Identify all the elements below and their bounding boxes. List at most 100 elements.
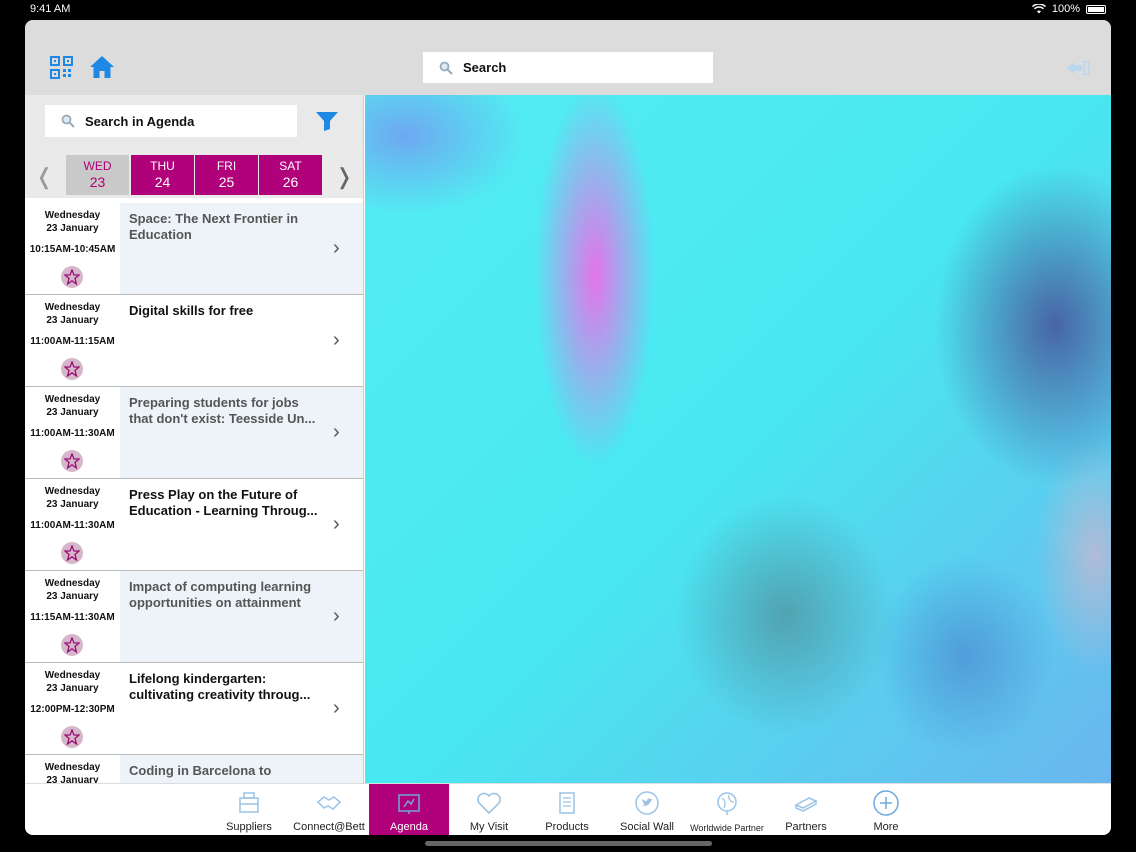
session-date: 23 January [46,683,99,694]
session-date: 23 January [46,315,99,326]
session-date: 23 January [46,499,99,510]
favorite-star-icon[interactable] [61,726,83,748]
day-tab-thu[interactable]: THU 24 [131,155,194,195]
tab-label: Connect@Bett [293,821,365,833]
session-row[interactable]: Wednesday 23 January 11:00AM-11:30AM Pre… [25,387,363,479]
heart-icon [477,792,501,815]
tab-products[interactable]: Products [527,784,607,835]
app-screen: Search Search in Agenda ❬ WED 23 THU 24 … [25,20,1111,835]
favorite-star-icon[interactable] [61,266,83,288]
qr-code-icon[interactable] [50,56,73,79]
agenda-icon [398,794,420,814]
day-name: SAT [279,159,302,173]
detail-background-image [365,95,1111,783]
session-day: Wednesday [44,578,101,589]
globe-icon [717,792,737,815]
search-icon [61,114,75,128]
top-bar: Search [25,20,1111,95]
session-row[interactable]: Wednesday 23 January 10:15AM-10:45AM Spa… [25,203,363,295]
session-time: 10:15AM-10:45AM [29,244,116,255]
session-day: Wednesday [44,486,101,497]
day-tab-fri[interactable]: FRI 25 [195,155,258,195]
session-title: Impact of computing learning opportuniti… [129,579,312,610]
session-day: Wednesday [44,210,101,221]
day-date: 25 [218,174,235,190]
tab-social-wall[interactable]: Social Wall [607,784,687,835]
day-name: THU [150,159,175,173]
session-title: Coding in Barcelona to [129,763,272,778]
tab-label: Partners [785,821,827,833]
session-title: Press Play on the Future of Education - … [129,487,318,518]
day-date: 24 [154,174,171,190]
filter-icon[interactable] [315,110,339,132]
twitter-icon [635,791,659,815]
chevron-right-icon: › [333,329,340,351]
day-tab-sat[interactable]: SAT 26 [259,155,322,195]
session-day: Wednesday [44,302,101,313]
tab-agenda[interactable]: Agenda [369,784,449,835]
global-search-placeholder: Search [463,60,507,75]
exit-icon[interactable] [1065,60,1091,76]
session-day: Wednesday [44,394,101,405]
tab-my-visit[interactable]: My Visit [449,784,529,835]
handshake-icon [316,796,342,810]
tab-label: Social Wall [620,821,674,833]
status-indicators: 100% [1031,3,1106,15]
session-time: 11:00AM-11:15AM [30,336,115,347]
previous-day-arrow-icon[interactable]: ❬ [35,164,53,190]
day-tab-wed[interactable]: WED 23 [66,155,129,195]
day-date: 23 [89,174,106,190]
session-date: 23 January [46,591,99,602]
session-title: Digital skills for free [129,303,254,318]
products-icon [559,792,575,814]
chevron-right-icon: › [333,605,340,627]
chevron-right-icon: › [333,697,340,719]
day-name: WED [83,159,112,173]
day-date: 26 [282,174,299,190]
session-time: 11:00AM-11:30AM [30,428,115,439]
tab-more[interactable]: More [846,784,926,835]
agenda-sidebar: Search in Agenda ❬ WED 23 THU 24 FRI 25 … [25,95,364,783]
bottom-tab-bar: Suppliers Connect@Bett Agenda My Visit P… [25,783,1111,835]
tab-partners[interactable]: Partners [766,784,846,835]
tab-label: More [873,821,899,833]
home-indicator[interactable] [425,841,712,846]
favorite-star-icon[interactable] [61,358,83,380]
tab-label: Worldwide Partner [690,823,764,833]
session-row[interactable]: Wednesday 23 January 11:00AM-11:15AM Dig… [25,295,363,387]
favorite-star-icon[interactable] [61,634,83,656]
chevron-right-icon: › [333,421,340,443]
tab-worldwide-partner[interactable]: Worldwide Partner [687,784,767,835]
favorite-star-icon[interactable] [61,450,83,472]
home-icon[interactable] [89,55,115,79]
next-day-arrow-icon[interactable]: ❭ [335,164,353,190]
session-row[interactable]: Wednesday 23 January 11:15AM-11:30AM Imp… [25,571,363,663]
favorite-star-icon[interactable] [61,542,83,564]
session-day: Wednesday [44,670,101,681]
chevron-right-icon: › [333,513,340,535]
session-row[interactable]: Wednesday 23 January 12:00PM-12:30PM Lif… [25,663,363,755]
global-search-input[interactable]: Search [423,52,713,83]
session-date: 23 January [46,775,99,783]
wifi-icon [1031,4,1046,14]
tab-label: My Visit [469,821,509,833]
tab-label: Products [545,821,589,833]
tab-suppliers[interactable]: Suppliers [209,784,289,835]
agenda-search-row: Search in Agenda [25,95,363,150]
status-bar: 9:41 AM 100% [0,0,1136,18]
search-icon [439,61,453,75]
session-title: Lifelong kindergarten: cultivating creat… [129,671,311,702]
session-title: Space: The Next Frontier in Education [129,211,299,242]
session-time: 11:15AM-11:30AM [30,612,115,623]
agenda-search-input[interactable]: Search in Agenda [45,105,297,137]
tab-connect[interactable]: Connect@Bett [289,784,369,835]
session-row[interactable]: Wednesday 23 January Coding in Barcelona… [25,755,363,783]
session-day: Wednesday [44,762,101,773]
session-date: 23 January [46,223,99,234]
battery-percent: 100% [1051,3,1080,15]
session-title: Preparing students for jobs that don't e… [129,395,316,426]
session-row[interactable]: Wednesday 23 January 11:00AM-11:30AM Pre… [25,479,363,571]
plus-circle-icon [873,790,899,816]
session-time: 11:00AM-11:30AM [30,520,115,531]
agenda-search-placeholder: Search in Agenda [85,113,195,129]
